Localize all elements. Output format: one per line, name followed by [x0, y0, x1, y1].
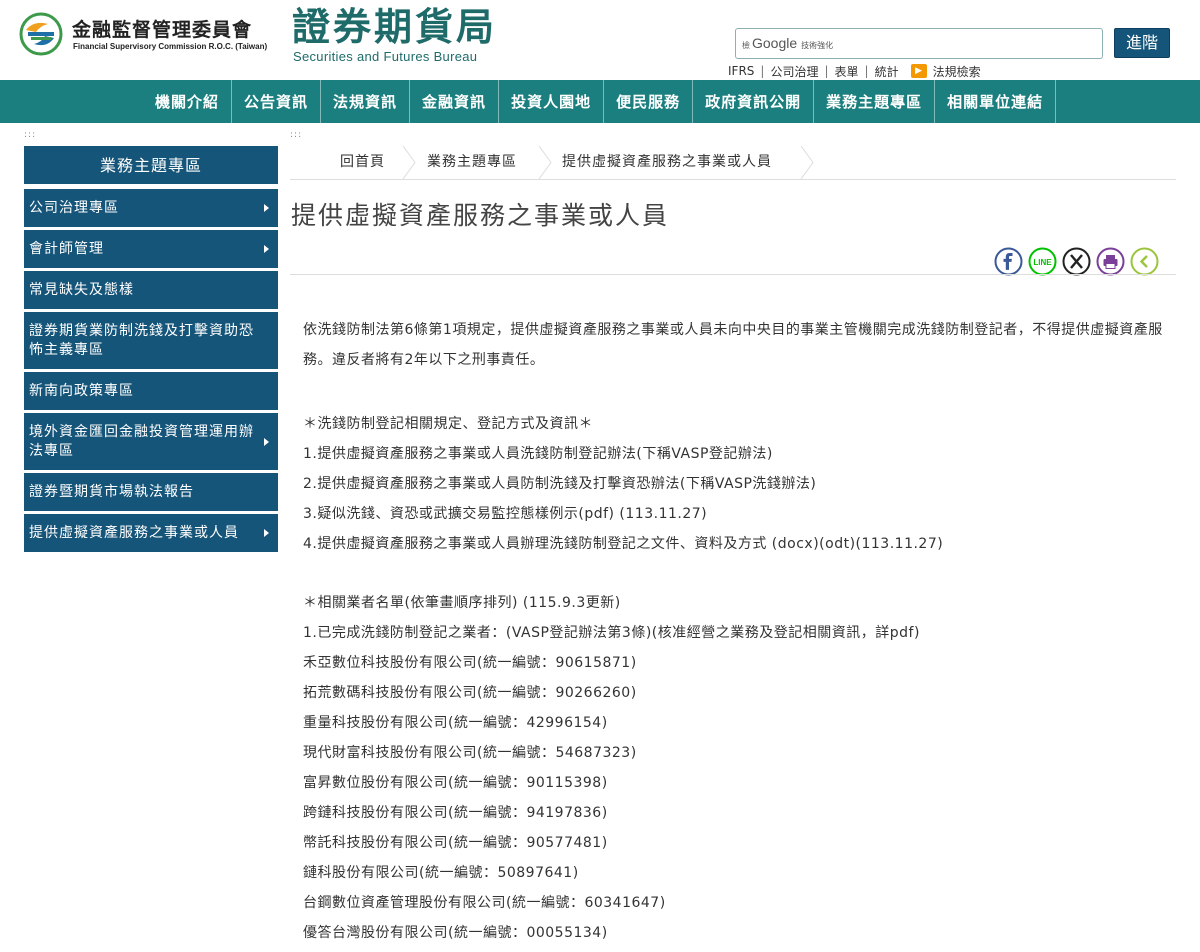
- util-link-corporate-governance[interactable]: 公司治理: [770, 63, 818, 80]
- x-share-button[interactable]: [1062, 247, 1091, 276]
- nav-item-regulations[interactable]: 法規資訊: [321, 80, 411, 123]
- section-heading-registration: ＊洗錢防制登記相關規定、登記方式及資訊＊: [303, 416, 593, 432]
- nav-item-topics[interactable]: 業務主題專區: [814, 80, 936, 123]
- print-button[interactable]: [1096, 247, 1125, 276]
- breadcrumb-separator-icon: [800, 146, 814, 179]
- util-link-statistics[interactable]: 統計: [875, 63, 899, 80]
- search-brand-suffix: 技術強化: [801, 41, 834, 50]
- facebook-share-button[interactable]: [994, 247, 1023, 276]
- x-icon: [1062, 247, 1091, 276]
- util-link-forms[interactable]: 表單: [835, 63, 859, 80]
- nav-item-about[interactable]: 機關介紹: [143, 80, 233, 123]
- sidebar-item-label: 境外資金匯回金融投資管理運用辦法專區: [29, 423, 254, 459]
- sidebar-item-label: 會計師管理: [29, 240, 104, 257]
- accesskey-marker-content[interactable]: :::: [290, 130, 302, 140]
- main-nav: 機關介紹 公告資訊 法規資訊 金融資訊 投資人園地 便民服務 政府資訊公開 業務…: [0, 80, 1200, 123]
- separator: |: [824, 64, 829, 78]
- bureau-title[interactable]: 證券期貨局: [292, 4, 497, 50]
- nav-item-gov-info[interactable]: 政府資訊公開: [693, 80, 815, 123]
- company-list-item: 現代財富科技股份有限公司(統一編號：54687323): [303, 745, 637, 761]
- sidebar-header: 業務主題專區: [24, 146, 278, 185]
- link-vasp-registration-rules[interactable]: 1.提供虛擬資產服務之事業或人員洗錢防制登記辦法(下稱VASP登記辦法): [303, 439, 1173, 469]
- chevron-right-icon: [264, 437, 269, 446]
- link-suspicious-patterns[interactable]: 3.疑似洗錢、資恐或武擴交易監控態樣例示(pdf) (113.11.27): [303, 499, 1173, 529]
- nav-item-investors[interactable]: 投資人園地: [499, 80, 605, 123]
- fsc-emblem-icon: [19, 12, 63, 56]
- section-heading-company-list: ＊相關業者名單(依筆畫順序排列) (115.9.3更新): [303, 595, 621, 611]
- sidebar-item-aml-cft[interactable]: 證券期貨業防制洗錢及打擊資助恐怖主義專區: [24, 312, 278, 369]
- sidebar-item-offshore-funds[interactable]: 境外資金匯回金融投資管理運用辦法專區: [24, 413, 278, 470]
- page-title: 提供虛擬資產服務之事業或人員: [291, 201, 670, 230]
- fsc-name: 金融監督管理委員會: [72, 19, 253, 41]
- breadcrumb: 回首頁 業務主題專區 提供虛擬資產服務之事業或人員: [290, 146, 1176, 180]
- sidebar-item-label: 公司治理專區: [29, 199, 119, 216]
- company-list-item: 台鋼數位資產管理股份有限公司(統一編號：60341647): [303, 895, 666, 911]
- share-bar: LINE: [994, 247, 1159, 277]
- breadcrumb-topics[interactable]: 業務主題專區: [427, 146, 517, 179]
- google-logo: Google: [752, 35, 798, 51]
- sidebar-item-common-deficiencies[interactable]: 常見缺失及態樣: [24, 271, 278, 309]
- line-icon: LINE: [1028, 247, 1057, 276]
- company-list-item: 富昇數位股份有限公司(統一編號：90115398): [303, 775, 608, 791]
- search-brand-prefix: 檢: [742, 41, 750, 50]
- sidebar-item-cpa-management[interactable]: 會計師管理: [24, 230, 278, 268]
- company-list-item: 幣託科技股份有限公司(統一編號：90577481): [303, 835, 608, 851]
- sidebar-item-label: 證券期貨業防制洗錢及打擊資助恐怖主義專區: [29, 322, 254, 358]
- link-vasp-aml-rules[interactable]: 2.提供虛擬資產服務之事業或人員防制洗錢及打擊資恐辦法(下稱VASP洗錢辦法): [303, 469, 1173, 499]
- sidebar-item-label: 證券暨期貨市場執法報告: [29, 483, 194, 500]
- law-search-icon: ▶: [910, 64, 927, 78]
- nav-item-announcements[interactable]: 公告資訊: [232, 80, 322, 123]
- link-registered-vasp-list[interactable]: 1.已完成洗錢防制登記之業者：(VASP登記辦法第3條)(核准經營之業務及登記相…: [303, 618, 1173, 648]
- article-content: 依洗錢防制法第6條第1項規定，提供虛擬資產服務之事業或人員未向中央目的事業主管機…: [303, 315, 1173, 948]
- separator: |: [864, 64, 869, 78]
- fsc-english-name: Financial Supervisory Commission R.O.C. …: [73, 42, 268, 51]
- separator: |: [760, 64, 765, 78]
- sidebar-item-corporate-governance[interactable]: 公司治理專區: [24, 189, 278, 227]
- back-icon: [1130, 247, 1159, 276]
- company-list-item: 拓荒數碼科技股份有限公司(統一編號：90266260): [303, 685, 637, 701]
- nav-item-public-services[interactable]: 便民服務: [604, 80, 694, 123]
- accesskey-marker-left[interactable]: :::: [24, 130, 36, 140]
- nav-item-financial-info[interactable]: 金融資訊: [410, 80, 500, 123]
- google-search-brand: 檢 Google 技術強化: [742, 35, 833, 51]
- sidebar-item-label: 常見缺失及態樣: [29, 281, 134, 298]
- company-list-item: 跨鏈科技股份有限公司(統一編號：94197836): [303, 805, 608, 821]
- company-list-item: 優答台灣股份有限公司(統一編號：00055134): [303, 925, 608, 941]
- search-input[interactable]: [848, 32, 1098, 55]
- line-share-button[interactable]: LINE: [1028, 247, 1057, 276]
- sidebar-item-label: 提供虛擬資產服務之事業或人員: [29, 524, 239, 541]
- util-link-law-search[interactable]: 法規檢索: [933, 63, 981, 80]
- util-link-ifrs[interactable]: IFRS: [728, 64, 754, 78]
- link-registration-documents[interactable]: 4.提供虛擬資產服務之事業或人員辦理洗錢防制登記之文件、資料及方式 (docx)…: [303, 529, 1173, 559]
- sidebar-item-new-southbound[interactable]: 新南向政策專區: [24, 372, 278, 410]
- sidebar-item-enforcement-report[interactable]: 證券暨期貨市場執法報告: [24, 473, 278, 511]
- site-header: 金融監督管理委員會 Financial Supervisory Commissi…: [0, 0, 1200, 80]
- intro-paragraph: 依洗錢防制法第6條第1項規定，提供虛擬資產服務之事業或人員未向中央目的事業主管機…: [303, 322, 1163, 368]
- sidebar-item-label: 新南向政策專區: [29, 382, 134, 399]
- chevron-right-icon: [264, 529, 269, 537]
- sidebar: 業務主題專區 公司治理專區 會計師管理 常見缺失及態樣 證券期貨業防制洗錢及打擊…: [24, 146, 278, 555]
- company-list-item: 鏈科股份有限公司(統一編號：50897641): [303, 865, 579, 881]
- utility-links: IFRS | 公司治理 | 表單 | 統計 ▶ 法規檢索: [728, 63, 981, 79]
- sidebar-item-vasp[interactable]: 提供虛擬資產服務之事業或人員: [24, 514, 278, 552]
- breadcrumb-separator-icon: [538, 146, 552, 179]
- breadcrumb-separator-icon: [402, 146, 416, 179]
- search-box[interactable]: 檢 Google 技術強化: [735, 28, 1103, 59]
- facebook-icon: [994, 247, 1023, 276]
- nav-item-related-links[interactable]: 相關單位連結: [935, 80, 1057, 123]
- fsc-logo[interactable]: 金融監督管理委員會 Financial Supervisory Commissi…: [14, 12, 284, 56]
- divider: [290, 274, 1176, 275]
- svg-text:LINE: LINE: [1033, 258, 1052, 267]
- breadcrumb-current[interactable]: 提供虛擬資產服務之事業或人員: [562, 146, 772, 179]
- chevron-right-icon: [264, 245, 269, 253]
- print-icon: [1096, 247, 1125, 276]
- company-list-item: 禾亞數位科技股份有限公司(統一編號：90615871): [303, 655, 637, 671]
- chevron-right-icon: [264, 204, 269, 212]
- back-button[interactable]: [1130, 247, 1159, 276]
- bureau-english-title: Securities and Futures Bureau: [293, 49, 478, 64]
- breadcrumb-home[interactable]: 回首頁: [340, 146, 385, 179]
- company-list-item: 重量科技股份有限公司(統一編號：42996154): [303, 715, 608, 731]
- advanced-search-button[interactable]: 進階: [1114, 28, 1170, 58]
